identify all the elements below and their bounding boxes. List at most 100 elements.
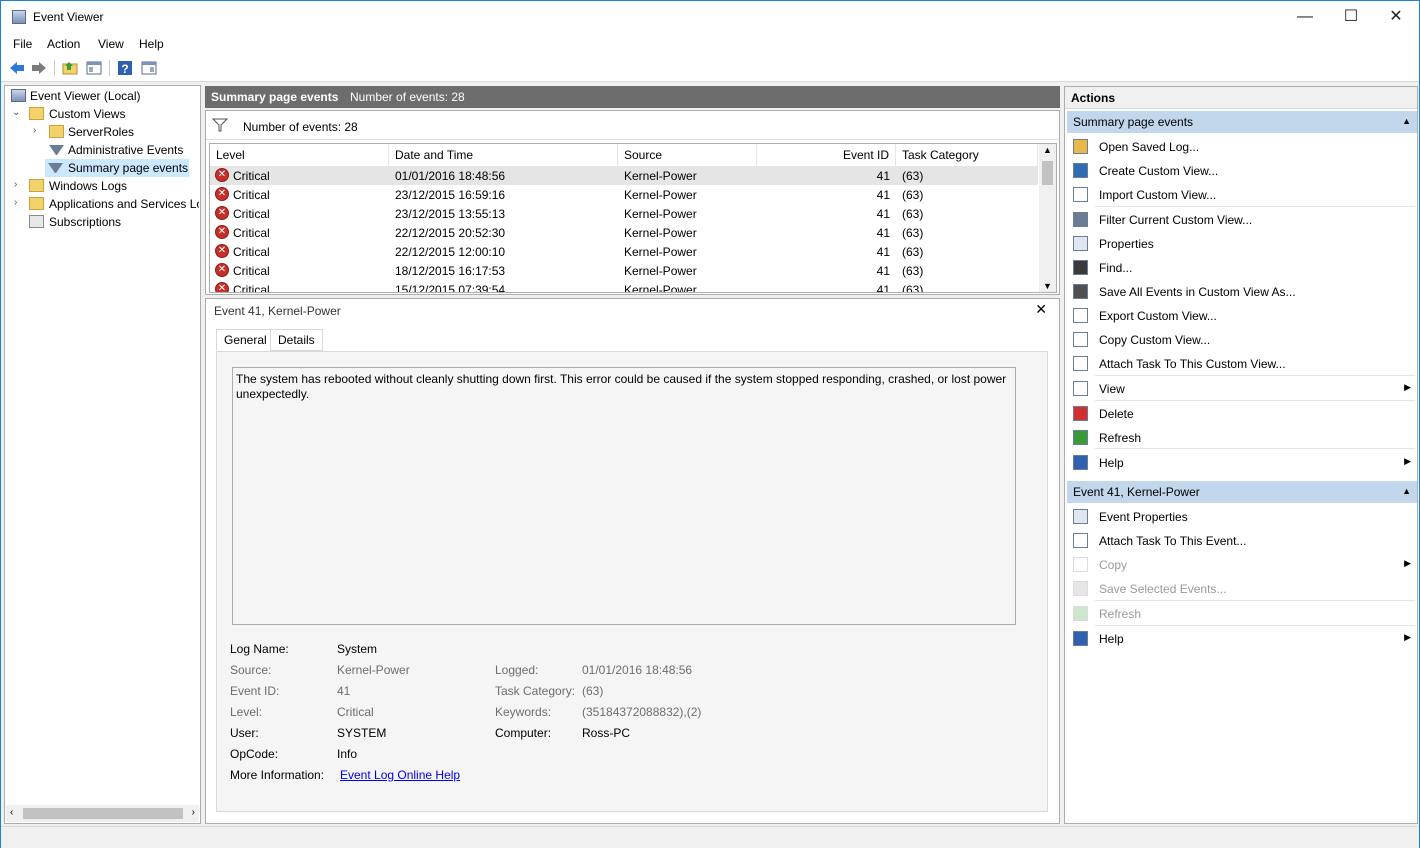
cell-source: Kernel-Power	[624, 188, 697, 202]
action-event-properties[interactable]: Event Properties	[1067, 505, 1415, 529]
action-copy-custom-view[interactable]: Copy Custom View...	[1067, 328, 1415, 352]
folder-icon	[29, 197, 44, 210]
scroll-left-icon[interactable]: ‹	[10, 807, 13, 818]
column-header-task-category[interactable]: Task Category	[896, 144, 1038, 166]
events-list-frame: Number of events: 28 Level Date and Time…	[205, 110, 1060, 295]
action-label: Export Custom View...	[1099, 309, 1217, 323]
column-header-source[interactable]: Source	[618, 144, 757, 166]
table-row[interactable]: ✕ Critical 01/01/2016 18:48:56 Kernel-Power…	[210, 166, 1038, 185]
action-help[interactable]: Help ▶	[1067, 451, 1415, 475]
events-vertical-scrollbar[interactable]: ▲ ▼	[1039, 144, 1056, 292]
back-arrow-icon[interactable]	[8, 59, 26, 77]
tab-details[interactable]: Details	[270, 329, 323, 351]
action-help[interactable]: Help ▶	[1067, 627, 1415, 651]
critical-error-icon: ✕	[215, 225, 229, 239]
action-properties[interactable]: Properties	[1067, 232, 1415, 256]
delete-icon	[1073, 406, 1088, 421]
scrollbar-thumb[interactable]	[23, 808, 183, 819]
critical-error-icon: ✕	[215, 263, 229, 277]
action-import-custom-view[interactable]: Import Custom View...	[1067, 183, 1415, 207]
tree-item-administrative-events[interactable]: Administrative Events	[9, 141, 194, 159]
table-row[interactable]: ✕ Critical 15/12/2015 07:39:54 Kernel-Power…	[210, 280, 1038, 292]
chevron-down-icon[interactable]: ⌄	[12, 107, 22, 119]
tree-item-event-viewer-local[interactable]: Event Viewer (Local)	[9, 87, 194, 105]
chevron-right-icon[interactable]: ›	[14, 179, 24, 191]
help-icon	[1073, 631, 1088, 646]
action-refresh[interactable]: Refresh	[1067, 426, 1415, 450]
close-button[interactable]: ✕	[1373, 1, 1419, 33]
scroll-down-icon[interactable]: ▼	[1043, 281, 1052, 291]
show-hide-console-tree-icon[interactable]	[85, 59, 103, 77]
minimize-button[interactable]: —	[1282, 1, 1328, 33]
tree-item-applications-and-services[interactable]: › Applications and Services Lo	[9, 195, 199, 213]
menu-action[interactable]: Action	[47, 37, 80, 51]
menu-view[interactable]: View	[98, 37, 124, 51]
table-row[interactable]: ✕ Critical 23/12/2015 13:55:13 Kernel-Power…	[210, 204, 1038, 223]
column-header-level[interactable]: Level	[210, 144, 389, 166]
action-copy[interactable]: Copy ▶	[1067, 553, 1415, 577]
tree-item-windows-logs[interactable]: › Windows Logs	[9, 177, 194, 195]
close-detail-icon[interactable]: ✕	[1035, 301, 1047, 318]
action-save-selected-events[interactable]: Save Selected Events...	[1067, 577, 1415, 601]
chevron-right-icon[interactable]: ›	[33, 125, 43, 137]
table-row[interactable]: ✕ Critical 23/12/2015 16:59:16 Kernel-Power…	[210, 185, 1038, 204]
event-log-online-help-link[interactable]: Event Log Online Help	[340, 768, 460, 782]
menu-file[interactable]: File	[13, 37, 32, 51]
action-label: Attach Task To This Custom View...	[1099, 357, 1286, 371]
scroll-right-icon[interactable]: ›	[192, 807, 195, 818]
action-view[interactable]: View ▶	[1067, 377, 1415, 401]
event-message[interactable]: The system has rebooted without cleanly …	[232, 367, 1016, 625]
tree-item-custom-views[interactable]: ⌄ Custom Views	[9, 105, 194, 123]
scroll-up-icon[interactable]: ▲	[1043, 145, 1052, 155]
table-row[interactable]: ✕ Critical 18/12/2015 16:17:53 Kernel-Power…	[210, 261, 1038, 280]
action-export-custom-view[interactable]: Export Custom View...	[1067, 304, 1415, 328]
label-more-information: More Information:	[230, 768, 325, 782]
collapse-icon[interactable]: ▲	[1402, 486, 1411, 496]
up-folder-icon[interactable]	[61, 59, 79, 77]
action-save-all-events-in-custom-view-as[interactable]: Save All Events in Custom View As...	[1067, 280, 1415, 304]
action-attach-task-to-this-event[interactable]: Attach Task To This Event...	[1067, 529, 1415, 553]
cell-task-category: (63)	[902, 245, 924, 259]
help-icon[interactable]: ?	[116, 59, 134, 77]
critical-error-icon: ✕	[215, 187, 229, 201]
actions-section-summary-page-events[interactable]: Summary page events ▲	[1067, 111, 1417, 133]
action-filter-current-custom-view[interactable]: Filter Current Custom View...	[1067, 208, 1415, 232]
action-delete[interactable]: Delete	[1067, 402, 1415, 426]
forward-arrow-icon[interactable]	[30, 59, 48, 77]
action-label: Create Custom View...	[1099, 164, 1219, 178]
show-hide-action-pane-icon[interactable]	[140, 59, 158, 77]
filter-icon	[49, 145, 64, 158]
chevron-right-icon[interactable]: ›	[14, 197, 24, 209]
action-label: Help	[1099, 456, 1124, 470]
filter-event-count: Number of events: 28	[243, 120, 358, 134]
action-refresh[interactable]: Refresh	[1067, 602, 1415, 626]
scrollbar-thumb[interactable]	[1042, 161, 1053, 185]
filter-icon	[212, 118, 228, 132]
tab-general[interactable]: General	[216, 329, 275, 351]
value-level: Critical	[337, 705, 374, 719]
tree-horizontal-scrollbar[interactable]: ‹ ›	[6, 805, 199, 822]
value-computer: Ross-PC	[582, 726, 631, 740]
action-open-saved-log[interactable]: Open Saved Log...	[1067, 135, 1415, 159]
menu-help[interactable]: Help	[139, 37, 164, 51]
collapse-icon[interactable]: ▲	[1402, 116, 1411, 126]
table-row[interactable]: ✕ Critical 22/12/2015 20:52:30 Kernel-Power…	[210, 223, 1038, 242]
critical-error-icon: ✕	[215, 282, 229, 292]
cell-date-time: 22/12/2015 12:00:10	[395, 245, 506, 259]
table-row[interactable]: ✕ Critical 22/12/2015 12:00:10 Kernel-Power…	[210, 242, 1038, 261]
action-find[interactable]: Find...	[1067, 256, 1415, 280]
action-separator	[1095, 625, 1415, 626]
events-table: Level Date and Time Source Event ID Task…	[209, 143, 1057, 293]
maximize-button[interactable]: ☐	[1328, 1, 1374, 33]
actions-header: Actions	[1065, 87, 1417, 109]
column-header-event-id[interactable]: Event ID	[757, 144, 896, 166]
tree-item-summary-page-events[interactable]: Summary page events	[45, 159, 189, 177]
copy-icon	[1073, 557, 1088, 572]
tree-label: Windows Logs	[49, 179, 128, 193]
action-create-custom-view[interactable]: Create Custom View...	[1067, 159, 1415, 183]
column-header-date-time[interactable]: Date and Time	[389, 144, 618, 166]
actions-section-event-41[interactable]: Event 41, Kernel-Power ▲	[1067, 481, 1417, 503]
action-attach-task-to-this-custom-view[interactable]: Attach Task To This Custom View...	[1067, 352, 1415, 376]
tree-item-server-roles[interactable]: › ServerRoles	[9, 123, 194, 141]
tree-item-subscriptions[interactable]: Subscriptions	[9, 213, 194, 231]
